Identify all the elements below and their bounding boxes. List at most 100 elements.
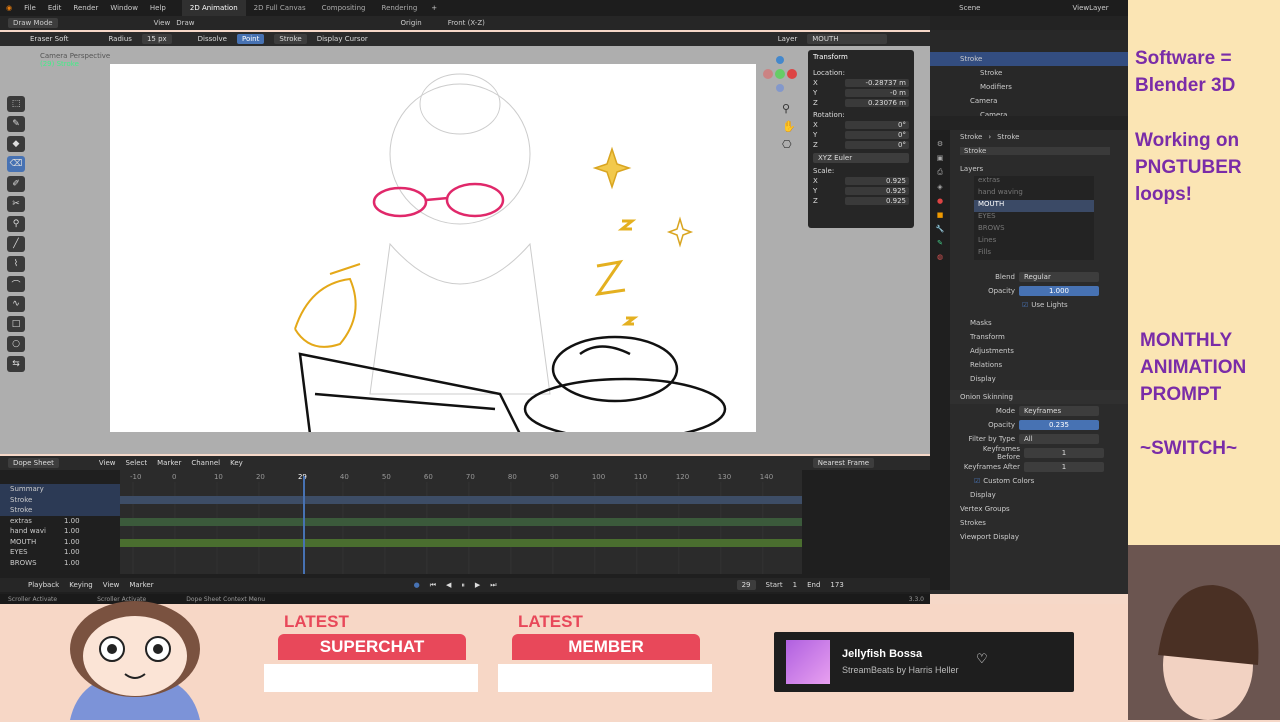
onion-skinning-header[interactable]: Onion Skinning xyxy=(930,390,1128,404)
add-workspace-icon[interactable]: + xyxy=(425,4,443,12)
outliner-item[interactable]: Stroke xyxy=(930,52,1128,66)
outliner-item[interactable]: Modifiers xyxy=(930,80,1128,94)
outliner-item[interactable]: Stroke xyxy=(930,66,1128,80)
blend-selector[interactable]: Regular xyxy=(1019,272,1099,282)
layer-item[interactable]: EYES xyxy=(974,212,1094,224)
location-y-field[interactable]: -0 m xyxy=(845,89,909,97)
dissolve-toggle[interactable]: Dissolve xyxy=(198,35,227,43)
outliner-item[interactable]: Camera xyxy=(930,94,1128,108)
subpanel-header[interactable]: Display xyxy=(930,372,1128,386)
subpanel-header[interactable]: Masks xyxy=(930,316,1128,330)
tool-tab-icon[interactable]: ⚙ xyxy=(930,140,950,148)
vertex-groups-panel[interactable]: Vertex Groups xyxy=(930,502,1128,516)
jump-start-icon[interactable]: ⏮ xyxy=(430,581,436,590)
box-tool-icon[interactable]: □ xyxy=(7,316,25,332)
heart-icon[interactable]: ♡ xyxy=(976,652,988,667)
channel-opacity[interactable]: 1.00 xyxy=(64,527,80,535)
drawing-canvas[interactable] xyxy=(110,64,756,441)
onion-opacity-slider[interactable]: 0.235 xyxy=(1019,420,1099,430)
display-subpanel[interactable]: Display xyxy=(930,488,1128,502)
point-mode-button[interactable]: Point xyxy=(236,34,265,44)
rotation-y-field[interactable]: 0° xyxy=(845,131,909,139)
scene-tab-icon[interactable]: ◈ xyxy=(930,183,950,191)
channel-opacity[interactable]: 1.00 xyxy=(64,517,80,525)
3d-viewport[interactable]: Camera Perspective (29) Stroke ⬚ ✎ ◆ ⌫ ✐… xyxy=(0,46,930,454)
channel-opacity[interactable]: 1.00 xyxy=(64,548,80,556)
blender-logo-icon[interactable]: ◉ xyxy=(0,4,18,12)
view-layer-selector[interactable]: ViewLayer xyxy=(1066,4,1114,12)
layer-item[interactable]: BROWS xyxy=(974,224,1094,236)
line-tool-icon[interactable]: ╱ xyxy=(7,236,25,252)
curve-tool-icon[interactable]: ∿ xyxy=(7,296,25,312)
output-tab-icon[interactable]: ⎙ xyxy=(930,168,950,177)
stroke-mode-button[interactable]: Stroke xyxy=(274,34,307,44)
render-tab-icon[interactable]: ▣ xyxy=(930,154,950,162)
tab-2d-full-canvas[interactable]: 2D Full Canvas xyxy=(246,0,314,16)
cutter-tool-icon[interactable]: ✂ xyxy=(7,196,25,212)
dope-channel[interactable]: hand wavi 1.00 xyxy=(0,526,120,537)
radius-field[interactable]: 15 px xyxy=(141,34,172,44)
layer-item[interactable]: extras xyxy=(974,176,1094,188)
end-frame-field[interactable]: 173 xyxy=(830,581,843,589)
dope-channel[interactable]: Stroke xyxy=(0,505,120,516)
view-selector[interactable]: Front (X-Z) xyxy=(448,19,485,27)
filter-selector[interactable]: All xyxy=(1019,434,1099,444)
play-icon[interactable]: ⏸ xyxy=(461,581,465,590)
layer-item[interactable]: Lines xyxy=(974,236,1094,248)
navigation-gizmo[interactable] xyxy=(760,54,800,94)
pan-icon[interactable]: ✋ xyxy=(782,120,796,133)
erase-tool-icon[interactable]: ⌫ xyxy=(7,156,25,172)
dope-menu-marker[interactable]: Marker xyxy=(157,459,181,467)
menu-window[interactable]: Window xyxy=(104,4,144,12)
scene-selector[interactable]: Scene xyxy=(953,4,986,12)
onion-mode-selector[interactable]: Keyframes xyxy=(1019,406,1099,416)
draw-menu[interactable]: Draw xyxy=(176,19,194,27)
custom-colors-checkbox[interactable]: ☑ xyxy=(974,477,980,485)
subpanel-header[interactable]: Transform xyxy=(930,330,1128,344)
playback-menu[interactable]: Playback xyxy=(28,581,59,589)
camera-view-icon[interactable]: ⎔ xyxy=(782,138,792,151)
dope-channel[interactable]: Summary xyxy=(0,484,120,495)
menu-help[interactable]: Help xyxy=(144,4,172,12)
tab-compositing[interactable]: Compositing xyxy=(314,0,374,16)
world-tab-icon[interactable]: ● xyxy=(930,197,950,205)
viewport-display-panel[interactable]: Viewport Display xyxy=(930,530,1128,544)
object-tab-icon[interactable]: ■ xyxy=(930,211,950,219)
start-frame-field[interactable]: 1 xyxy=(793,581,797,589)
brush-name[interactable]: Eraser Soft xyxy=(30,35,68,43)
layer-selector[interactable]: MOUTH xyxy=(807,34,888,44)
subpanel-header[interactable]: Relations xyxy=(930,358,1128,372)
current-frame-field[interactable]: 29 xyxy=(736,580,756,590)
dope-channel[interactable]: MOUTH 1.00 xyxy=(0,537,120,548)
scale-x-field[interactable]: 0.925 xyxy=(845,177,909,185)
material-tab-icon[interactable]: ◍ xyxy=(930,253,950,261)
menu-render[interactable]: Render xyxy=(67,4,104,12)
mode-selector[interactable]: Draw Mode xyxy=(8,18,58,28)
subpanel-header[interactable]: Adjustments xyxy=(930,344,1128,358)
rotation-z-field[interactable]: 0° xyxy=(845,141,909,149)
tint-tool-icon[interactable]: ✐ xyxy=(7,176,25,192)
playback-view-menu[interactable]: View xyxy=(103,581,120,589)
layer-item[interactable]: Fills xyxy=(974,248,1094,260)
dope-channel[interactable]: extras 1.00 xyxy=(0,516,120,527)
strokes-panel[interactable]: Strokes xyxy=(930,516,1128,530)
editor-type-selector[interactable]: Dope Sheet xyxy=(8,458,59,468)
dope-channel[interactable]: BROWS 1.00 xyxy=(0,558,120,569)
view-menu[interactable]: View xyxy=(154,19,171,27)
layer-item[interactable]: MOUTH xyxy=(974,200,1094,212)
menu-edit[interactable]: Edit xyxy=(42,4,68,12)
menu-file[interactable]: File xyxy=(18,4,42,12)
dope-menu-channel[interactable]: Channel xyxy=(191,459,220,467)
prev-key-icon[interactable]: ◀ xyxy=(446,581,451,589)
eyedropper-tool-icon[interactable]: ⚲ xyxy=(7,216,25,232)
scale-z-field[interactable]: 0.925 xyxy=(845,197,909,205)
rotation-mode-selector[interactable]: XYZ Euler xyxy=(813,153,909,163)
dope-menu-key[interactable]: Key xyxy=(230,459,243,467)
draw-tool-icon[interactable]: ✎ xyxy=(7,116,25,132)
use-lights-checkbox[interactable]: ☑ xyxy=(1022,301,1028,309)
zoom-icon[interactable]: ⚲ xyxy=(782,102,790,115)
layer-item[interactable]: hand waving xyxy=(974,188,1094,200)
keyframe-area[interactable]: -10 0 10 20 29 40 50 60 70 80 90 100 110 120 130 140 xyxy=(120,470,802,574)
data-tab-icon[interactable]: ✎ xyxy=(930,239,950,247)
scale-y-field[interactable]: 0.925 xyxy=(845,187,909,195)
